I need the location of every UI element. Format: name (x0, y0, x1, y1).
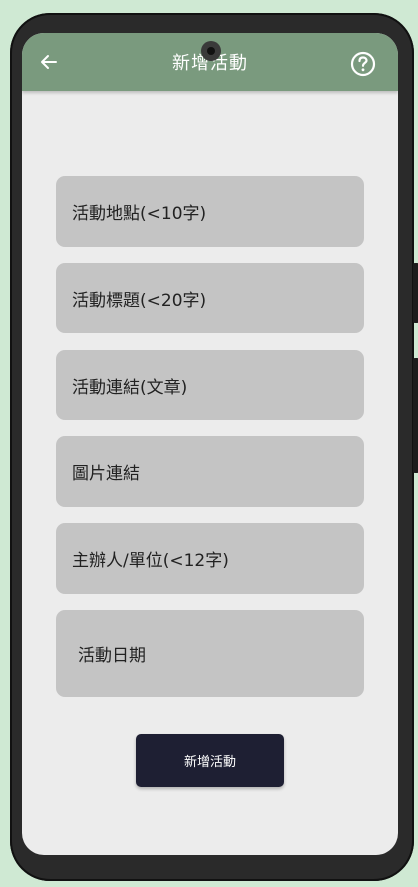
location-placeholder: 活動地點(<10字) (72, 204, 207, 224)
app-bar: 新增活動 (22, 33, 398, 91)
organizer-input[interactable]: 主辦人/單位(<12字) (56, 523, 364, 594)
image-link-placeholder: 圖片連結 (72, 464, 140, 484)
help-circle-icon (350, 51, 376, 77)
date-input[interactable]: 活動日期 (56, 610, 364, 697)
back-button[interactable] (36, 49, 62, 75)
article-link-input[interactable]: 活動連結(文章) (56, 350, 364, 420)
add-event-button[interactable]: 新增活動 (136, 734, 284, 787)
article-link-placeholder: 活動連結(文章) (72, 377, 188, 398)
help-button[interactable] (350, 51, 376, 77)
title-input[interactable]: 活動標題(<20字) (56, 263, 364, 333)
title-placeholder: 活動標題(<20字) (72, 290, 207, 311)
image-link-input[interactable]: 圖片連結 (56, 436, 364, 507)
date-placeholder: 活動日期 (78, 646, 146, 666)
volume-button (413, 263, 418, 323)
location-input[interactable]: 活動地點(<10字) (56, 176, 364, 247)
organizer-placeholder: 主辦人/單位(<12字) (72, 551, 229, 571)
app-screen: 新增活動 活動地點(<10字) 活動標題(<20字) 活動連結(文章) 圖片連結… (22, 33, 398, 855)
arrow-left-icon (41, 55, 57, 69)
front-camera (201, 41, 221, 61)
power-button (413, 358, 418, 473)
